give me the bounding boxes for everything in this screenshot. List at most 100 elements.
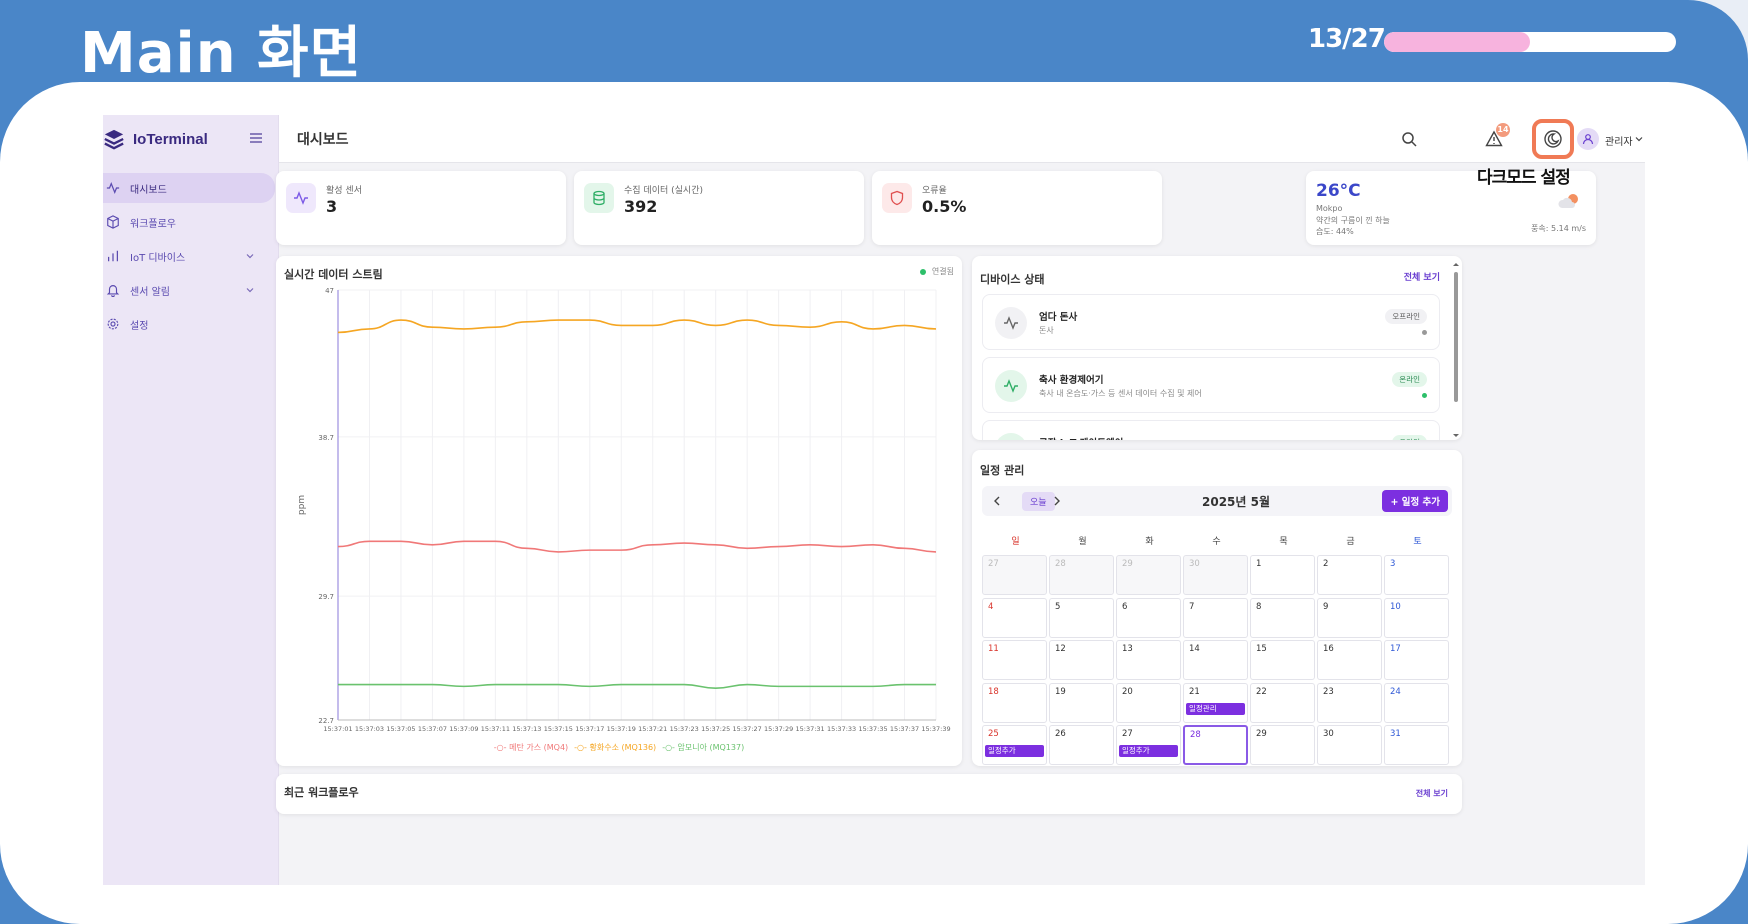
slide-progress-fill xyxy=(1384,32,1530,52)
sidebar-item-1[interactable]: 워크플로우 xyxy=(103,207,275,237)
x-tick-label: 15:37:35 xyxy=(858,725,887,733)
x-tick-label: 15:37:27 xyxy=(733,725,762,733)
user-name[interactable]: 관리자 xyxy=(1605,133,1633,148)
calendar-day[interactable]: 21 일정관리 xyxy=(1183,682,1248,723)
device-view-all-link[interactable]: 전체 보기 xyxy=(1404,270,1440,283)
legend-item[interactable]: -○- 메탄 가스 (MQ4) xyxy=(494,743,568,752)
calendar-day[interactable]: 12 xyxy=(1049,640,1114,680)
legend-item[interactable]: -○- 암모니아 (MQ137) xyxy=(662,743,744,752)
chevron-down-icon[interactable] xyxy=(245,285,255,295)
weekday-label: 월 xyxy=(1078,537,1087,547)
device-card[interactable]: 공장 IoT 게이트웨이 온라인 xyxy=(982,420,1440,440)
stat-card: 오류율 0.5% xyxy=(872,171,1162,245)
calendar-day[interactable]: 26 xyxy=(1049,725,1114,765)
calendar-day[interactable]: 19 xyxy=(1049,682,1114,723)
sidebar-item-4[interactable]: 설정 xyxy=(103,309,275,339)
calendar-day[interactable]: 22 xyxy=(1250,682,1315,723)
chevron-down-icon[interactable] xyxy=(245,251,255,261)
legend-label: 암모니아 (MQ137) xyxy=(677,743,745,752)
device-name: 공장 IoT 게이트웨이 xyxy=(1039,435,1123,440)
calendar-event[interactable]: 일정관리 xyxy=(1186,702,1245,715)
menu-icon[interactable] xyxy=(248,130,264,146)
day-number: 4 xyxy=(988,601,994,612)
calendar-day[interactable]: 16 xyxy=(1317,640,1382,680)
calendar-day[interactable]: 2 xyxy=(1317,555,1382,595)
calendar-day[interactable]: 6 xyxy=(1116,597,1181,638)
sidebar-item-0[interactable]: 대시보드 xyxy=(103,173,275,203)
weather-wind: 풍속: 5.14 m/s xyxy=(1531,224,1586,233)
calendar-day[interactable]: 8 xyxy=(1250,597,1315,638)
calendar-day[interactable]: 9 xyxy=(1317,597,1382,638)
weekday-label: 수 xyxy=(1212,537,1221,547)
day-number: 26 xyxy=(1055,729,1066,739)
x-tick-label: 15:37:37 xyxy=(890,725,919,733)
calendar-day[interactable]: 11 xyxy=(982,640,1047,680)
activity-icon xyxy=(1004,316,1018,330)
calendar-day[interactable]: 17 xyxy=(1384,640,1449,680)
sidebar-item-label: IoT 디바이스 xyxy=(130,252,186,264)
chevron-right-icon[interactable] xyxy=(1050,494,1064,508)
calendar-day[interactable]: 20 xyxy=(1116,682,1181,723)
device-scrollbar[interactable] xyxy=(1452,262,1460,438)
day-number: 25 xyxy=(988,729,999,739)
calendar-day[interactable]: 27 일정추가 xyxy=(1116,725,1181,765)
calendar-day[interactable]: 27 xyxy=(982,555,1047,595)
chevron-left-icon[interactable] xyxy=(990,494,1004,508)
weather-temp: 26°C xyxy=(1316,181,1361,201)
calendar-day[interactable]: 24 xyxy=(1384,682,1449,723)
calendar-day[interactable]: 14 xyxy=(1183,640,1248,680)
brand-name: IoTerminal xyxy=(133,130,208,148)
day-number: 13 xyxy=(1122,644,1133,654)
calendar-day[interactable]: 31 xyxy=(1384,725,1449,765)
calendar-day[interactable]: 29 xyxy=(1116,555,1181,595)
legend-marker-icon: -○- xyxy=(493,743,507,752)
y-axis-label: ppm xyxy=(297,495,307,515)
workflow-view-all-link[interactable]: 전체 보기 xyxy=(1416,788,1448,799)
dark-mode-callout: 다크모드 설정 xyxy=(1477,168,1571,188)
device-card[interactable]: 엄다 돈사 돈사 오프라인 xyxy=(982,294,1440,350)
sidebar: IoTerminal 대시보드워크플로우 IoT 디바이스센서 알림설정 xyxy=(103,115,279,885)
search-icon[interactable] xyxy=(1400,130,1418,148)
chevron-down-icon[interactable] xyxy=(1635,135,1643,143)
x-tick-label: 15:37:39 xyxy=(921,725,950,733)
activity-icon xyxy=(106,181,120,195)
user-avatar[interactable] xyxy=(1577,128,1599,150)
calendar-day[interactable]: 10 xyxy=(1384,597,1449,638)
weekday-label: 일 xyxy=(1011,537,1020,547)
calendar-day[interactable]: 7 xyxy=(1183,597,1248,638)
dark-mode-toggle[interactable] xyxy=(1532,119,1574,159)
sidebar-item-2[interactable]: IoT 디바이스 xyxy=(103,241,275,271)
device-card[interactable]: 축사 환경제어기 축사 내 온습도·가스 등 센서 데이터 수집 및 제어 온라인 xyxy=(982,357,1440,413)
calendar-event[interactable]: 일정추가 xyxy=(1119,745,1178,757)
stat-label: 오류율 xyxy=(922,186,947,196)
day-number: 28 xyxy=(1055,559,1066,569)
day-number: 1 xyxy=(1256,559,1262,569)
calendar-day[interactable]: 25 일정추가 xyxy=(982,725,1047,765)
calendar-day[interactable]: 28 xyxy=(1049,555,1114,595)
calendar-day[interactable]: 5 xyxy=(1049,597,1114,638)
calendar-day[interactable]: 30 xyxy=(1183,555,1248,595)
calendar-day[interactable]: 1 xyxy=(1250,555,1315,595)
day-number: 31 xyxy=(1390,729,1401,739)
stream-chart: 4738.729.722.7ppm15:37:01 15:37:03 15:37:0… xyxy=(297,287,951,733)
day-number: 29 xyxy=(1256,729,1267,739)
calendar-day[interactable]: 3 xyxy=(1384,555,1449,595)
calendar-day[interactable]: 4 xyxy=(982,597,1047,638)
connection-label: 연결됨 xyxy=(931,267,954,276)
day-number: 21 xyxy=(1189,686,1200,697)
calendar-day[interactable]: 18 xyxy=(982,682,1047,723)
calendar-day[interactable]: 23 xyxy=(1317,682,1382,723)
calendar-day[interactable]: 15 xyxy=(1250,640,1315,680)
calendar-event[interactable]: 일정추가 xyxy=(985,745,1044,757)
legend-item[interactable]: -○- 황화수소 (MQ136) xyxy=(574,743,656,752)
sidebar-item-3[interactable]: 센서 알림 xyxy=(103,275,275,305)
calendar-day[interactable]: 30 xyxy=(1317,725,1382,765)
sidebar-item-label: 설정 xyxy=(130,320,149,332)
calendar-day[interactable]: 29 xyxy=(1250,725,1315,765)
calendar-day[interactable]: 13 xyxy=(1116,640,1181,680)
calendar-day[interactable]: 28 xyxy=(1183,725,1248,765)
stat-icon xyxy=(584,183,614,213)
x-tick-label: 15:37:01 xyxy=(323,725,352,733)
add-schedule-button[interactable]: + 일정 추가 xyxy=(1382,490,1448,512)
workflow-title: 최근 워크플로우 xyxy=(284,786,359,799)
